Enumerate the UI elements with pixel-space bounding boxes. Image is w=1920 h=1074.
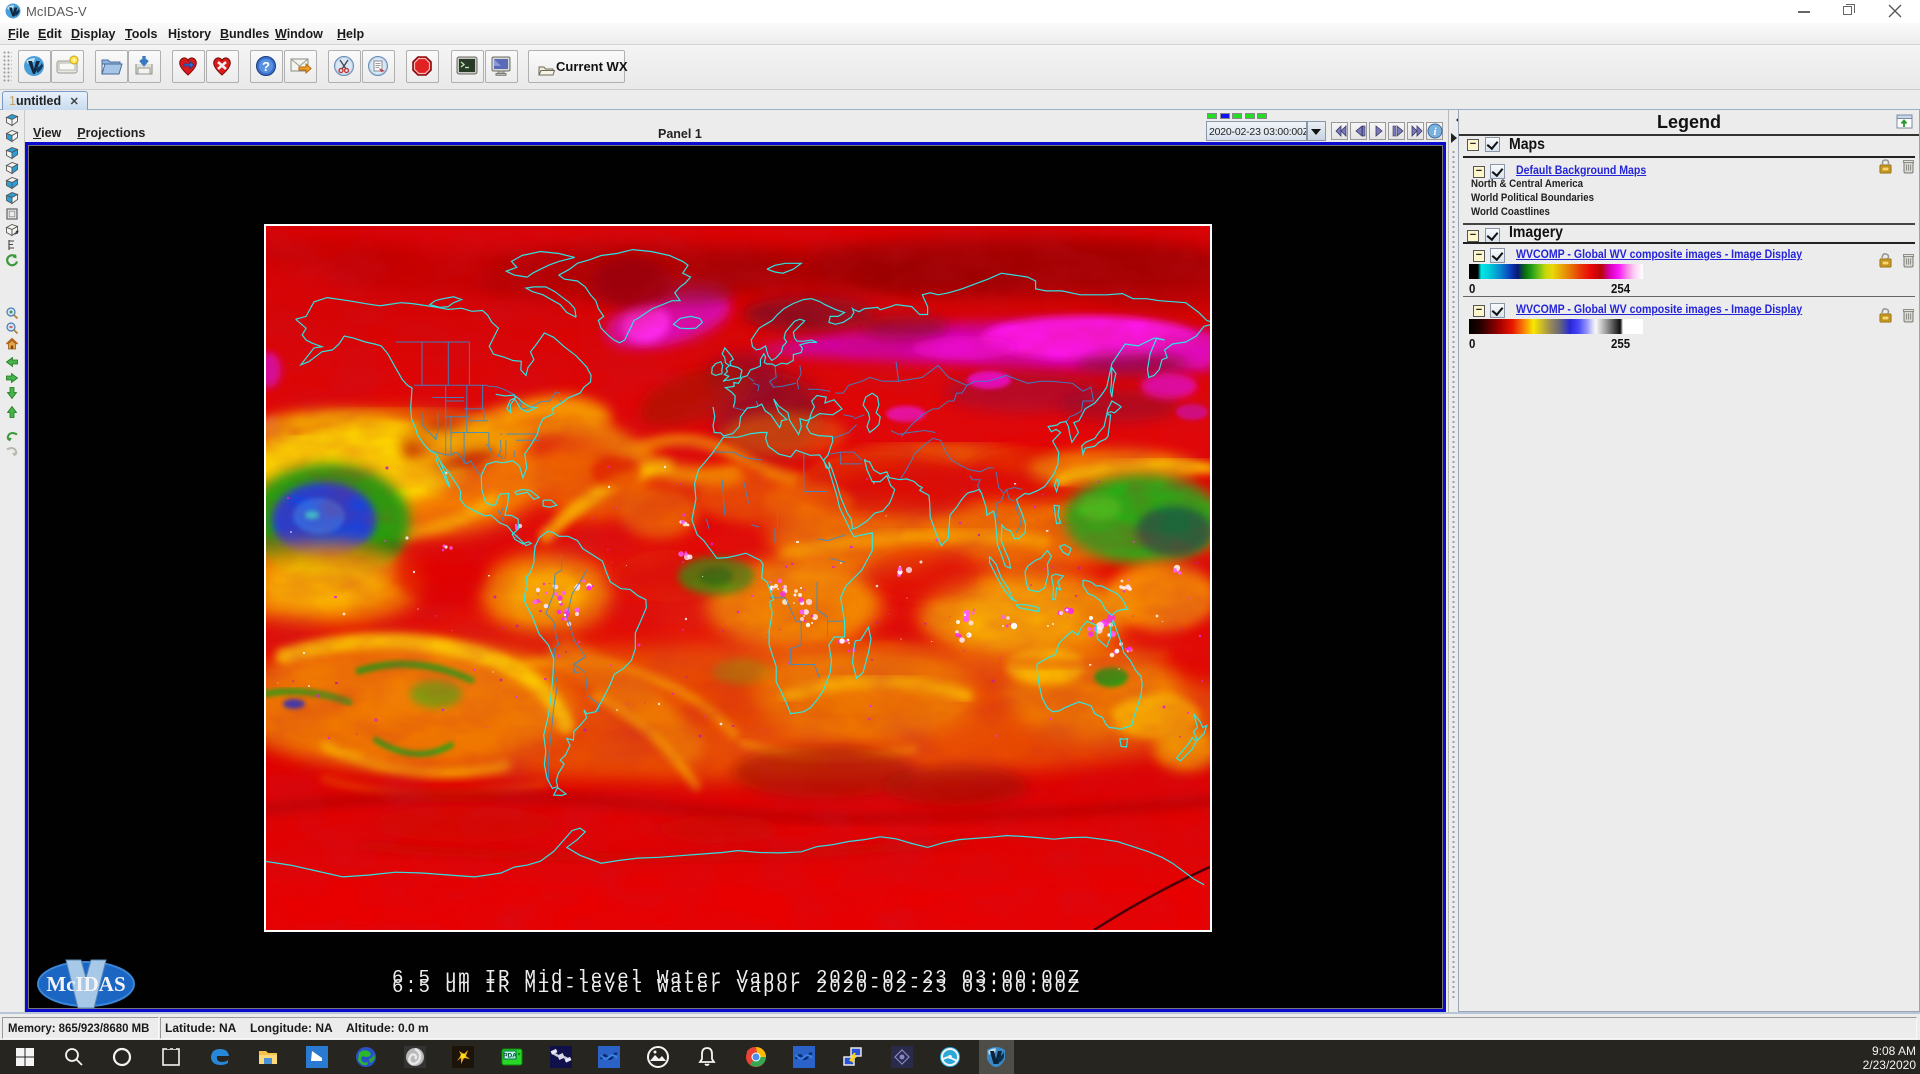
svg-text:PDA: PDA	[503, 1053, 517, 1060]
svg-text:McIDAS: McIDAS	[46, 972, 125, 996]
svg-text:?: ?	[262, 59, 270, 74]
